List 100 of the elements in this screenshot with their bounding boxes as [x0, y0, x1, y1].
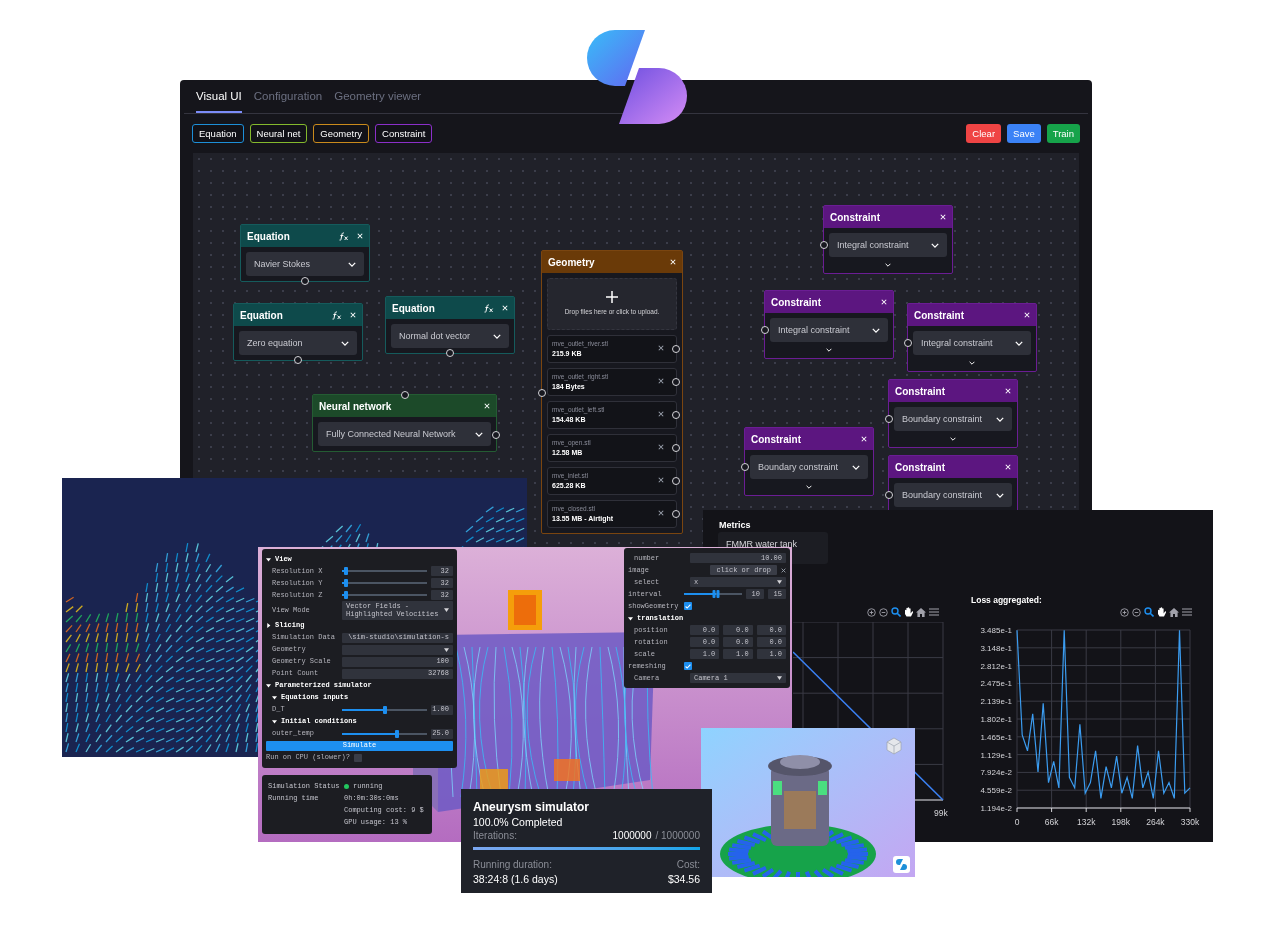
- job-title: Aneurysm simulator: [473, 800, 591, 815]
- caret-down-icon: [777, 676, 782, 680]
- connector-port[interactable]: [741, 463, 749, 472]
- connector-port[interactable]: [301, 277, 309, 286]
- chevron-down-icon: [826, 348, 832, 353]
- checkbox[interactable]: [684, 602, 692, 610]
- connector-port[interactable]: [538, 389, 546, 398]
- dropdown[interactable]: Integral constraint: [913, 331, 1031, 356]
- zoom-in-icon[interactable]: [867, 607, 876, 617]
- dropdown[interactable]: Boundary constraint: [894, 407, 1012, 432]
- node-type-button[interactable]: Geometry: [313, 124, 370, 144]
- action-button[interactable]: Save: [1007, 124, 1041, 144]
- chevron-down-icon: [931, 242, 939, 248]
- caret-down-icon: [444, 608, 449, 613]
- connector-port[interactable]: [672, 411, 680, 420]
- function-icon[interactable]: [339, 231, 349, 241]
- dropdown[interactable]: Normal dot vector: [391, 324, 509, 349]
- home-icon[interactable]: [916, 607, 926, 617]
- connector-port[interactable]: [672, 477, 680, 486]
- node-type-button[interactable]: Constraint: [375, 124, 433, 144]
- dropdown[interactable]: Fully Connected Neural Network: [318, 422, 491, 447]
- chevron-down-icon: [348, 261, 356, 267]
- caret-down-icon: [777, 580, 782, 584]
- close-icon[interactable]: [658, 510, 664, 517]
- tab[interactable]: Visual UI: [196, 88, 242, 114]
- hand-icon[interactable]: [904, 607, 913, 617]
- close-icon[interactable]: [658, 444, 664, 451]
- chevron-down-icon: [852, 464, 860, 470]
- connector-port[interactable]: [885, 415, 893, 424]
- tab[interactable]: Geometry viewer: [334, 88, 422, 114]
- dropdown[interactable]: Boundary constraint: [894, 483, 1012, 508]
- connector-port[interactable]: [294, 356, 302, 365]
- close-icon[interactable]: [658, 477, 664, 484]
- chart-title: Loss aggregated:: [971, 594, 1042, 607]
- axis-tick-label: 3.148e-1: [980, 643, 1012, 653]
- function-icon[interactable]: [484, 303, 494, 313]
- chevron-down-icon: [872, 327, 880, 333]
- collapse-icon[interactable]: [272, 695, 277, 701]
- dropdown[interactable]: Integral constraint: [770, 318, 888, 343]
- slider-thumb[interactable]: [395, 729, 400, 738]
- dropdown[interactable]: Integral constraint: [829, 233, 947, 258]
- collapse-icon[interactable]: [628, 615, 633, 621]
- connector-port[interactable]: [672, 378, 680, 387]
- completion-text: 100.0% Completed: [473, 815, 564, 829]
- home-icon[interactable]: [1169, 607, 1179, 617]
- axis-tick-label: 2.139e-1: [980, 697, 1012, 707]
- close-icon[interactable]: [658, 345, 664, 352]
- duration-value: 38:24:8 (1.6 days): [473, 872, 558, 886]
- slider-thumb[interactable]: [382, 705, 387, 714]
- node-title: Constraint: [771, 295, 822, 310]
- range-slider-thumbs[interactable]: [712, 590, 720, 598]
- check-icon: [685, 603, 691, 609]
- chevron-down-icon: [885, 263, 891, 268]
- slider-thumb[interactable]: [344, 591, 349, 599]
- check-icon: [685, 663, 691, 669]
- search-icon[interactable]: [1144, 607, 1154, 617]
- connector-port[interactable]: [820, 241, 828, 250]
- cost-value: $34.56: [667, 872, 700, 886]
- dropdown[interactable]: Zero equation: [239, 331, 357, 356]
- connector-port[interactable]: [761, 326, 769, 335]
- connector-port[interactable]: [446, 349, 454, 358]
- connector-port[interactable]: [672, 444, 680, 453]
- slider-thumb[interactable]: [344, 579, 349, 587]
- dropdown[interactable]: Boundary constraint: [750, 455, 868, 480]
- tab[interactable]: Configuration: [253, 88, 323, 114]
- checkbox[interactable]: [684, 662, 692, 670]
- close-icon[interactable]: [781, 567, 786, 573]
- chevron-down-icon: [493, 333, 501, 339]
- collapse-icon[interactable]: [266, 556, 271, 562]
- connector-port[interactable]: [672, 345, 680, 354]
- node-type-button[interactable]: Equation: [192, 124, 244, 144]
- close-icon[interactable]: [658, 378, 664, 385]
- zoom-in-icon[interactable]: [1120, 607, 1129, 617]
- axis-tick-label: 99k: [934, 807, 948, 820]
- hand-icon[interactable]: [1157, 607, 1166, 617]
- slider-thumb[interactable]: [344, 567, 349, 575]
- node-title: Geometry: [548, 255, 596, 270]
- axis-tick-label: 132k: [1077, 817, 1096, 827]
- expand-icon[interactable]: [266, 623, 271, 629]
- zoom-out-icon[interactable]: [879, 607, 888, 617]
- zoom-out-icon[interactable]: [1132, 607, 1141, 617]
- checkbox[interactable]: [354, 753, 362, 762]
- collapse-icon[interactable]: [272, 719, 277, 725]
- connector-port[interactable]: [885, 491, 893, 500]
- connector-port[interactable]: [400, 391, 409, 400]
- function-icon[interactable]: [332, 310, 342, 320]
- close-icon[interactable]: [658, 411, 664, 418]
- action-button[interactable]: Clear: [966, 124, 1002, 144]
- select-field[interactable]: [342, 644, 453, 655]
- axis-tick-label: 1.802e-1: [980, 715, 1012, 724]
- node-title: Neural network: [319, 399, 393, 414]
- chevron-down-icon: [1015, 340, 1023, 346]
- search-icon[interactable]: [891, 607, 901, 617]
- dropdown[interactable]: Navier Stokes: [246, 252, 364, 277]
- collapse-icon[interactable]: [266, 683, 271, 689]
- axis-tick-label: 1.194e-2: [980, 804, 1012, 813]
- connector-port[interactable]: [904, 339, 912, 348]
- connector-port[interactable]: [492, 431, 500, 440]
- node-type-button[interactable]: Neural net: [249, 124, 308, 144]
- connector-port[interactable]: [672, 510, 680, 519]
